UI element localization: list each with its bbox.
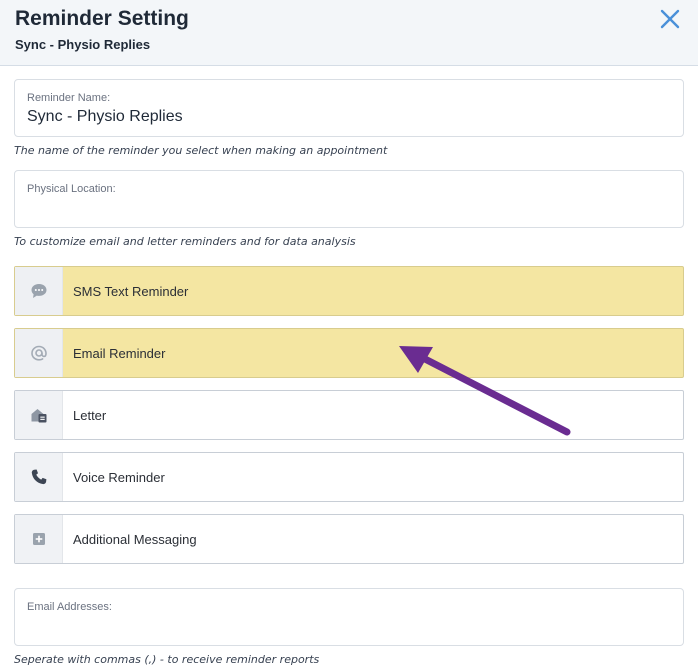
- email-reminder-label: Email Reminder: [73, 346, 166, 361]
- reminder-name-field[interactable]: Reminder Name: Sync - Physio Replies: [14, 79, 684, 137]
- dialog-title: Reminder Setting: [15, 7, 189, 30]
- additional-messaging-label: Additional Messaging: [73, 532, 197, 547]
- email-addresses-hint: Seperate with commas (,) - to receive re…: [14, 653, 320, 666]
- email-reminder-option[interactable]: Email Reminder: [14, 328, 684, 378]
- physical-location-label: Physical Location:: [27, 183, 116, 195]
- physical-location-field[interactable]: Physical Location:: [14, 170, 684, 228]
- reminder-name-label: Reminder Name:: [27, 92, 111, 104]
- plus-square-icon: [33, 533, 45, 545]
- additional-messaging-option[interactable]: Additional Messaging: [14, 514, 684, 564]
- at-sign-icon: [31, 345, 47, 361]
- reminder-name-hint: The name of the reminder you select when…: [14, 144, 388, 157]
- phone-icon: [31, 469, 47, 485]
- reminder-name-value[interactable]: Sync - Physio Replies: [27, 108, 183, 126]
- sms-text-reminder-option[interactable]: SMS Text Reminder: [14, 266, 684, 316]
- dialog-subtitle: Sync - Physio Replies: [15, 37, 151, 52]
- physical-location-hint: To customize email and letter reminders …: [14, 235, 356, 248]
- email-addresses-label: Email Addresses:: [27, 601, 112, 613]
- close-icon[interactable]: [657, 6, 683, 32]
- sms-text-reminder-label: SMS Text Reminder: [73, 284, 189, 299]
- dialog-header: Reminder Setting Sync - Physio Replies: [0, 0, 698, 66]
- letter-option[interactable]: Letter: [14, 390, 684, 440]
- email-addresses-field[interactable]: Email Addresses:: [14, 588, 684, 646]
- chat-bubble-icon: [31, 284, 47, 298]
- voice-reminder-option[interactable]: Voice Reminder: [14, 452, 684, 502]
- letter-label: Letter: [73, 408, 107, 423]
- mailbox-icon: [31, 409, 47, 423]
- voice-reminder-label: Voice Reminder: [73, 470, 165, 485]
